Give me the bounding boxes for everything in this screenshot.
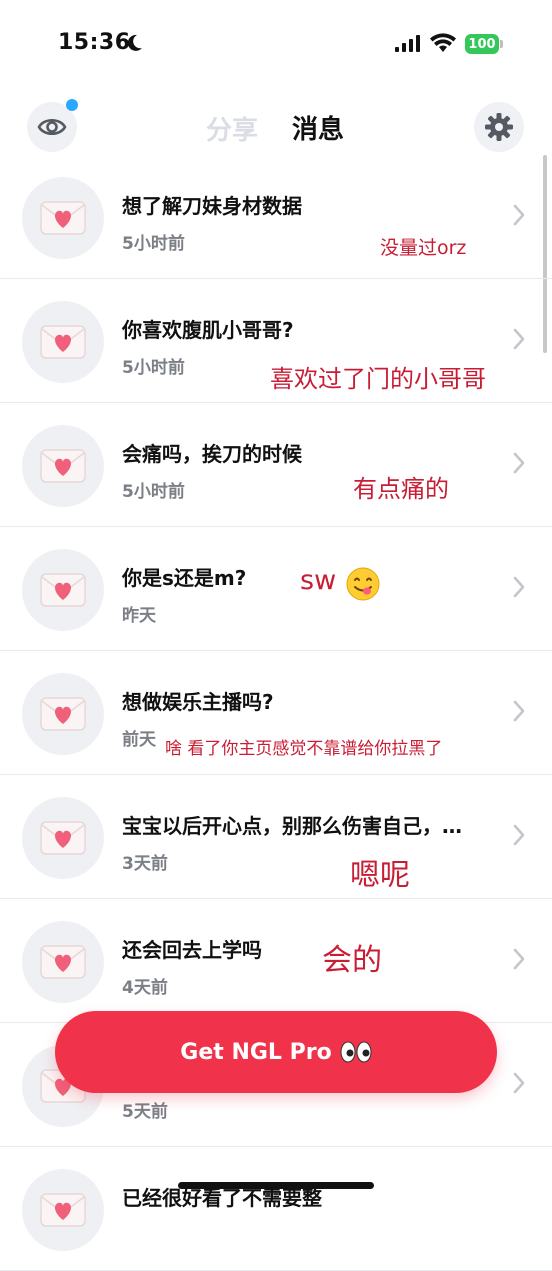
handwritten-reply: 有点痛的: [353, 475, 449, 503]
message-time: 5小时前: [122, 482, 185, 502]
message-time: 5天前: [122, 1102, 168, 1122]
chevron-right-icon: [513, 824, 525, 846]
message-row[interactable]: 你是s还是m? 昨天 sw: [0, 527, 552, 651]
envelope-heart-icon: [22, 549, 104, 631]
message-text: 想做娱乐主播吗?: [122, 690, 274, 714]
message-row[interactable]: 已经很好看了不需要整: [0, 1147, 552, 1271]
yum-emoji-icon: [346, 567, 380, 601]
chevron-right-icon: [513, 700, 525, 722]
battery-tip: [500, 40, 503, 48]
envelope-heart-icon: [22, 177, 104, 259]
home-indicator[interactable]: [178, 1182, 374, 1189]
message-text: 宝宝以后开心点，别那么伤害自己，…: [122, 814, 462, 838]
handwritten-reply: 啥 看了你主页感觉不靠谱给你拉黑了: [165, 739, 443, 759]
handwritten-reply: 会的: [322, 943, 382, 978]
message-list: 想了解刀妹身材数据 5小时前 没量过orz 你喜欢腹肌小哥哥? 5小时前 喜欢过…: [0, 155, 552, 1271]
handwritten-reply: 嗯呢: [350, 858, 410, 893]
message-time: 昨天: [122, 606, 156, 626]
message-text: 你是s还是m?: [122, 566, 247, 590]
handwritten-reply: 没量过orz: [380, 237, 467, 259]
get-pro-label: Get NGL Pro: [180, 1039, 332, 1065]
envelope-heart-icon: [22, 921, 104, 1003]
message-row[interactable]: 想做娱乐主播吗? 前天 啥 看了你主页感觉不靠谱给你拉黑了: [0, 651, 552, 775]
message-row[interactable]: 还会回去上学吗 4天前 会的: [0, 899, 552, 1023]
message-row[interactable]: 宝宝以后开心点，别那么伤害自己，… 3天前 嗯呢: [0, 775, 552, 899]
settings-button[interactable]: [474, 102, 524, 152]
handwritten-reply: 喜欢过了门的小哥哥: [270, 365, 486, 393]
message-time: 前天: [122, 730, 156, 750]
chevron-right-icon: [513, 948, 525, 970]
get-pro-button[interactable]: Get NGL Pro: [55, 1011, 497, 1093]
gear-icon: [485, 113, 513, 141]
envelope-heart-icon: [22, 1169, 104, 1251]
tab-share[interactable]: 分享: [206, 110, 258, 147]
message-row[interactable]: 你喜欢腹肌小哥哥? 5小时前 喜欢过了门的小哥哥: [0, 279, 552, 403]
chevron-right-icon: [513, 1072, 525, 1094]
message-text: 还会回去上学吗: [122, 938, 262, 962]
message-time: 3天前: [122, 854, 168, 874]
envelope-heart-icon: [22, 797, 104, 879]
chevron-right-icon: [513, 204, 525, 226]
moon-icon: [127, 34, 142, 51]
message-row[interactable]: 会痛吗，挨刀的时候 5小时前 有点痛的: [0, 403, 552, 527]
chevron-right-icon: [513, 328, 525, 350]
chevron-right-icon: [513, 576, 525, 598]
message-text: 会痛吗，挨刀的时候: [122, 442, 302, 466]
message-text: 你喜欢腹肌小哥哥?: [122, 318, 294, 342]
battery-icon: 100: [465, 34, 499, 54]
envelope-heart-icon: [22, 301, 104, 383]
status-time: 15:36: [58, 30, 131, 55]
tab-messages[interactable]: 消息: [292, 109, 344, 146]
message-time: 4天前: [122, 978, 168, 998]
message-time: 5小时前: [122, 234, 185, 254]
message-text: 想了解刀妹身材数据: [122, 194, 302, 218]
envelope-heart-icon: [22, 673, 104, 755]
eye-icon: [37, 118, 67, 136]
notification-dot: [66, 99, 78, 111]
wifi-icon: [430, 33, 456, 52]
eyes-emoji-icon: [340, 1041, 372, 1063]
message-row[interactable]: 想了解刀妹身材数据 5小时前 没量过orz: [0, 155, 552, 279]
message-time: 5小时前: [122, 358, 185, 378]
handwritten-reply: sw: [300, 565, 337, 596]
status-bar: 15:36 100: [0, 0, 552, 90]
chevron-right-icon: [513, 452, 525, 474]
cellular-signal-icon: [395, 35, 420, 52]
envelope-heart-icon: [22, 425, 104, 507]
